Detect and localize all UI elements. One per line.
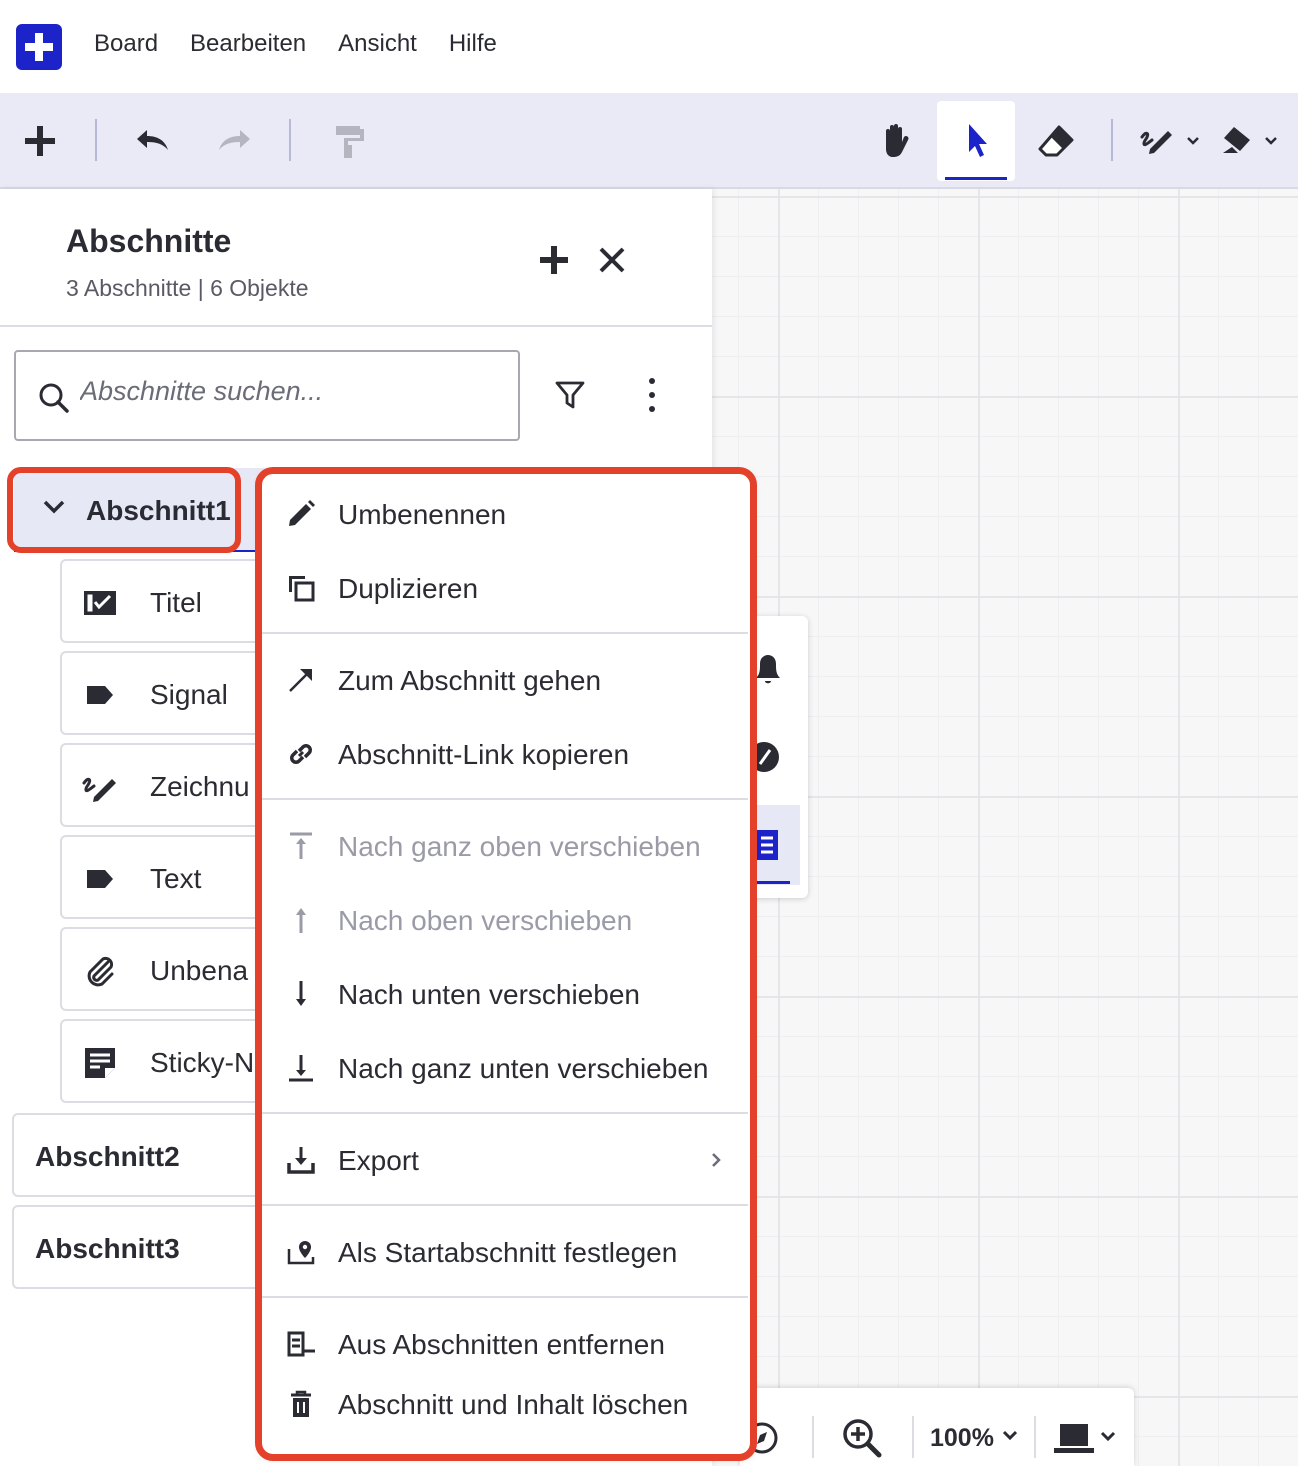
toolbar-divider [1111, 119, 1113, 161]
hand-icon [886, 124, 909, 157]
bottom-divider [812, 1416, 814, 1458]
filter-button[interactable] [554, 379, 586, 411]
close-icon [599, 247, 625, 273]
object-label: Zeichnu [150, 771, 250, 802]
filter-icon [555, 381, 585, 409]
add-section-button[interactable] [538, 244, 572, 278]
title-icon [82, 585, 118, 621]
panel-divider [0, 325, 712, 327]
sticky-note-icon [82, 1045, 118, 1081]
zoom-in-icon [843, 1419, 882, 1458]
object-label: Signal [150, 679, 228, 710]
list-icon[interactable] [756, 828, 780, 862]
more-vertical-icon [649, 378, 655, 412]
undo-icon [137, 130, 168, 150]
zoom-in-button[interactable] [842, 1418, 882, 1458]
toolbar-divider [289, 119, 291, 161]
object-item-unbenannt[interactable]: Unbena [60, 927, 280, 1011]
search-input[interactable] [80, 376, 500, 407]
drawing-icon [82, 769, 118, 805]
pen-icon [1140, 131, 1199, 154]
pen-tool-dropdown[interactable] [1138, 121, 1204, 161]
eraser-icon [1038, 125, 1074, 157]
app-logo[interactable] [16, 24, 62, 70]
section-highlight-annotation [7, 467, 241, 553]
close-panel-button[interactable] [596, 244, 630, 278]
paperclip-icon [82, 953, 118, 989]
device-preview-dropdown[interactable] [1054, 1418, 1122, 1458]
fill-tool-dropdown[interactable] [1220, 121, 1286, 161]
toolbar [0, 93, 1298, 189]
zoom-level[interactable]: 100% [930, 1424, 994, 1453]
bell-icon[interactable] [756, 652, 780, 686]
panel-title: Abschnitte [66, 223, 232, 259]
redo-icon [219, 130, 250, 150]
object-label: Unbena [150, 955, 249, 986]
label-tag-icon [82, 677, 118, 713]
active-tool-indicator [945, 177, 1007, 180]
object-item-zeichnung[interactable]: Zeichnu [60, 743, 280, 827]
pointer-icon [969, 124, 987, 157]
label-tag-icon [82, 861, 118, 897]
format-painter-icon [336, 126, 364, 158]
chevron-down-icon[interactable] [1000, 1428, 1020, 1444]
logo-plus-icon [25, 33, 53, 61]
add-button[interactable] [20, 121, 60, 161]
format-painter-button[interactable] [328, 121, 368, 161]
undo-button[interactable] [132, 123, 172, 159]
eraser-tool-button[interactable] [1036, 121, 1076, 161]
search-icon [39, 383, 69, 413]
fill-icon [1223, 127, 1277, 153]
search-box [14, 350, 520, 441]
object-item-text[interactable]: Text [60, 835, 280, 919]
section-label: Abschnitt2 [35, 1141, 180, 1172]
object-item-sticky-note[interactable]: Sticky-N [60, 1019, 280, 1103]
object-label: Sticky-N [150, 1047, 255, 1078]
object-label: Text [150, 863, 202, 894]
hand-tool-button[interactable] [876, 121, 916, 161]
section-label: Abschnitt3 [35, 1233, 180, 1264]
panel-subtitle: 3 Abschnitte | 6 Objekte [66, 275, 309, 301]
menu-ansicht[interactable]: Ansicht [338, 30, 417, 58]
object-item-signal[interactable]: Signal [60, 651, 280, 735]
menu-board[interactable]: Board [94, 30, 158, 58]
section-item-abschnitt2[interactable]: Abschnitt2 [12, 1113, 280, 1197]
plus-icon [25, 126, 55, 156]
menu-bar: Board Bearbeiten Ansicht Hilfe [0, 0, 1298, 93]
section-item-abschnitt3[interactable]: Abschnitt3 [12, 1205, 280, 1289]
object-item-titel[interactable]: Titel [60, 559, 280, 643]
redo-button[interactable] [215, 123, 255, 159]
bottom-divider [912, 1416, 914, 1458]
toolbar-divider [95, 119, 97, 161]
pointer-tool-button[interactable] [956, 121, 996, 161]
object-label: Titel [150, 587, 202, 618]
menu-hilfe[interactable]: Hilfe [449, 30, 497, 58]
plus-icon [540, 246, 568, 274]
bottom-divider [1034, 1416, 1036, 1458]
laptop-icon [1054, 1424, 1116, 1453]
context-menu-highlight-annotation [255, 467, 757, 1461]
menu-bearbeiten[interactable]: Bearbeiten [190, 30, 306, 58]
more-options-button[interactable] [646, 377, 658, 413]
